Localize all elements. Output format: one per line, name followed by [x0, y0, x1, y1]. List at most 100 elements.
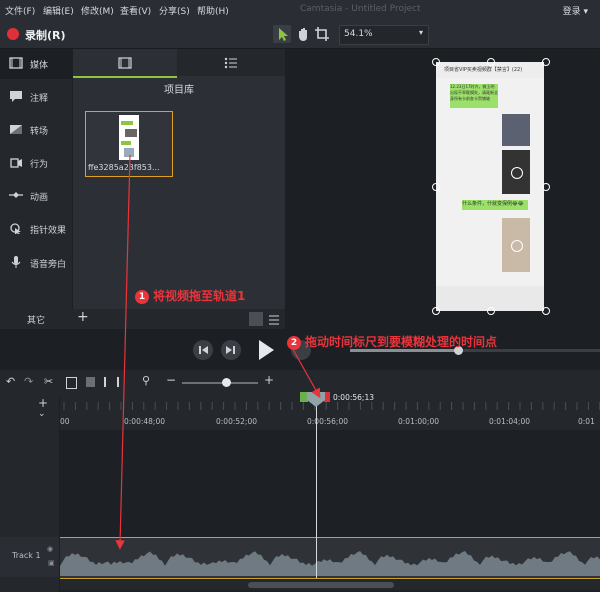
zoom-select[interactable]: 54.1% ▾ — [339, 25, 429, 45]
split-icon[interactable] — [104, 377, 119, 387]
tick-label: 0:00:56;00 — [307, 417, 348, 426]
tick-label: 0:00:48;00 — [124, 417, 165, 426]
step-forward-button[interactable] — [221, 340, 241, 360]
play-button[interactable] — [252, 337, 278, 363]
login-button[interactable]: 登录 ▾ — [563, 4, 588, 17]
resize-handle[interactable] — [542, 307, 550, 315]
menu-modify[interactable]: 修改(M) — [81, 4, 114, 17]
media-clip[interactable]: ffe3285a23f853... — [85, 111, 173, 177]
grid-view-icon[interactable] — [249, 312, 263, 326]
resize-handle[interactable] — [487, 307, 495, 315]
menu-help[interactable]: 帮助(H) — [197, 4, 229, 17]
tool-cursor-effect[interactable]: 指针效果 — [0, 214, 72, 244]
playhead-line — [316, 396, 317, 578]
timeline-ruler[interactable]: 00 0:00:48;00 0:00:52;00 0:00:56;00 0:01… — [60, 396, 600, 430]
hand-tool-button[interactable] — [294, 25, 312, 43]
note-2-text: 拖动时间标尺到要模糊处理的时间点 — [305, 335, 498, 349]
bin-title: 项目库 — [164, 85, 194, 96]
tool-animation[interactable]: 动画 — [0, 181, 72, 211]
record-button-label[interactable]: 录制(R) — [25, 27, 66, 43]
resize-handle[interactable] — [487, 58, 495, 66]
zoom-out-icon[interactable]: − — [166, 373, 176, 387]
add-track-icon[interactable]: + — [38, 396, 48, 410]
cut-icon[interactable]: ✂ — [44, 375, 53, 388]
crop-tool-button[interactable] — [313, 25, 331, 43]
resize-handle[interactable] — [542, 58, 550, 66]
panel-bottom-bar: 其它 + — [0, 309, 285, 329]
crop-icon — [315, 27, 329, 41]
tab-media-bin[interactable] — [73, 49, 177, 78]
tool-media[interactable]: 媒体 — [0, 49, 72, 79]
menu-file[interactable]: 文件(F) — [5, 4, 35, 17]
tick-label: 00 — [60, 417, 70, 426]
add-icon[interactable]: + — [77, 309, 89, 325]
menu-share[interactable]: 分享(S) — [159, 4, 190, 17]
tick-label: 0:01:04;00 — [489, 417, 530, 426]
record-icon[interactable] — [7, 28, 19, 40]
resize-handle[interactable] — [432, 183, 440, 191]
eye-icon[interactable]: ◉ — [47, 545, 53, 553]
media-icon — [9, 57, 23, 69]
track-header-1[interactable]: Track 1 ◉ ▣ — [0, 537, 59, 577]
chat-message-2: 什么条件，什就变保例😂😂 — [462, 200, 528, 210]
playhead-icon — [307, 392, 325, 407]
step-badge-1: 1 — [135, 290, 149, 304]
timeline-scrollbar[interactable] — [60, 580, 600, 590]
magnifier-icon: ⚲ — [142, 374, 151, 387]
pointer-icon — [279, 28, 288, 41]
playhead-time: 0:00:56;13 — [333, 393, 374, 402]
tool-annotation[interactable]: 注释 — [0, 82, 72, 112]
menu-bar: 文件(F) 编辑(E) 修改(M) 查看(V) 分享(S) 帮助(H) Camt… — [0, 0, 600, 20]
chat-image-1 — [502, 114, 530, 146]
chevron-down-icon: ▾ — [418, 28, 423, 37]
tool-behavior[interactable]: 行为 — [0, 148, 72, 178]
scrollbar-thumb[interactable] — [248, 582, 394, 588]
chat-video-1 — [502, 150, 530, 194]
annotation-icon — [10, 91, 22, 102]
undo-icon[interactable]: ↶ — [6, 375, 15, 388]
redo-icon[interactable]: ↷ — [24, 375, 33, 388]
paste-icon[interactable] — [86, 377, 95, 387]
tool-media-label: 媒体 — [30, 61, 49, 71]
pointer-tool-button[interactable] — [273, 25, 291, 43]
resize-handle[interactable] — [432, 307, 440, 315]
list-view-icon[interactable] — [267, 312, 281, 326]
track-1-clip[interactable] — [60, 537, 600, 579]
chat-video-2 — [502, 218, 530, 272]
step-back-icon — [199, 346, 208, 354]
tick-label: 0:01:00;00 — [398, 417, 439, 426]
tool-transition-label: 转场 — [30, 127, 49, 137]
menu-edit[interactable]: 编辑(E) — [43, 4, 74, 17]
tick-label: 0:00:52;00 — [216, 417, 257, 426]
tutorial-note-2: 2 拖动时间标尺到要模糊处理的时间点 — [287, 333, 497, 350]
film-icon — [118, 57, 132, 69]
lock-icon[interactable]: ▣ — [48, 559, 55, 567]
tool-transition[interactable]: 转场 — [0, 115, 72, 145]
video-frame[interactable]: 项目省VIP买卖视频群【禁言】(22) 12.23日17时许，微玉明出现不乖耽搁… — [436, 62, 544, 311]
clip-thumbnail — [119, 115, 139, 160]
list-icon — [224, 57, 237, 69]
tool-voice-narration-label: 语音旁白 — [30, 260, 67, 270]
menu-view[interactable]: 查看(V) — [120, 4, 151, 17]
hand-icon — [299, 28, 307, 41]
tool-voice-narration[interactable]: 语音旁白 — [0, 248, 72, 278]
collapse-icon[interactable]: ⌄ — [38, 409, 46, 419]
main-toolbar: 录制(R) 54.1% ▾ — [0, 20, 600, 49]
copy-icon[interactable] — [66, 377, 77, 389]
zoom-in-icon[interactable]: + — [264, 373, 274, 387]
step-back-button[interactable] — [193, 340, 213, 360]
tick-label: 0:01 — [578, 417, 595, 426]
more-tools-button[interactable]: 其它 — [27, 313, 45, 326]
timeline-zoom-slider[interactable] — [182, 378, 258, 387]
transition-icon — [10, 125, 22, 134]
playhead[interactable] — [307, 392, 325, 408]
step-badge-2: 2 — [287, 336, 301, 350]
resize-handle[interactable] — [432, 58, 440, 66]
zoom-value: 54.1% — [344, 29, 373, 39]
chat-header-title: 项目省VIP买卖视频群【禁言】(22) — [444, 67, 523, 73]
zoom-slider-thumb[interactable] — [222, 378, 231, 387]
track-headers: + ⌄ Track 1 ◉ ▣ — [0, 396, 59, 592]
tab-library[interactable] — [178, 49, 285, 76]
chat-message-1: 12.23日17时许，微玉明出现不乖耽搁失，请尾新全身所有卡前各卡贺铺轴 — [450, 84, 498, 108]
resize-handle[interactable] — [542, 183, 550, 191]
